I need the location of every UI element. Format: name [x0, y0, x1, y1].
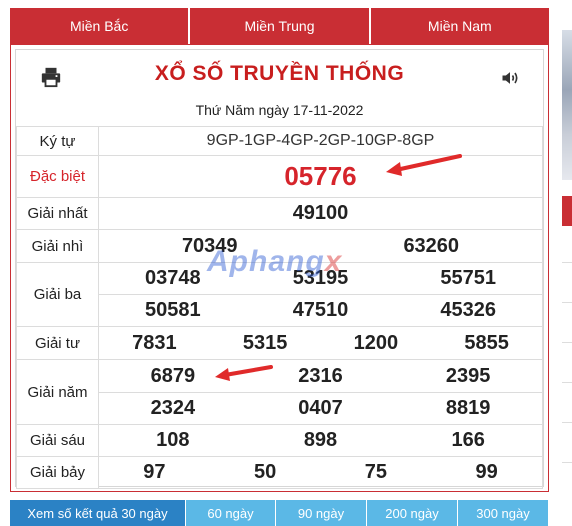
prize-number: 75 — [364, 461, 387, 483]
tab-300-days[interactable]: 300 ngày — [458, 500, 549, 526]
result-box: XỔ SỐ TRUYỀN THỐNG Thứ Năm ngày 17-11-20… — [10, 44, 549, 492]
prize-number: 45326 — [440, 299, 496, 321]
prize-number: 97 — [143, 461, 166, 483]
prize-number: 0407 — [298, 397, 343, 419]
row-giai-tu: Giải tư 7831 5315 1200 5855 — [16, 326, 543, 360]
row-giai-nam-1: Giải năm 6879 2316 2395 — [16, 359, 543, 425]
prize-number: 5855 — [464, 331, 509, 354]
arrow-pointer-icon — [386, 154, 462, 176]
sidebar-header-bar — [562, 196, 572, 226]
prize-number: 63260 — [403, 234, 460, 257]
prize-number: 898 — [303, 429, 338, 451]
row-giai-bay: Giải bảy 97 50 75 99 — [16, 456, 543, 489]
prize-number: 2324 — [150, 397, 196, 419]
result-table: Ký tự 9GP-1GP-4GP-2GP-10GP-8GP Đặc biệt … — [16, 126, 543, 489]
page-title: XỔ SỐ TRUYỀN THỐNG — [154, 62, 405, 85]
tab-mien-bac[interactable]: Miền Bắc — [10, 8, 191, 44]
sidebar-image — [562, 30, 572, 180]
prize-number: 108 — [156, 429, 190, 451]
prize-number: 49100 — [292, 202, 349, 224]
tab-mien-trung[interactable]: Miền Trung — [190, 8, 371, 44]
history-range-tabs: Xem số kết quả 30 ngày 60 ngày 90 ngày 2… — [10, 500, 549, 526]
label-giai-nhat: Giải nhất — [16, 197, 99, 230]
prize-number: 8819 — [445, 397, 491, 419]
tab-mien-nam[interactable]: Miền Nam — [370, 8, 549, 44]
prize-number: 47510 — [292, 299, 349, 321]
ky-tu-value: 9GP-1GP-4GP-2GP-10GP-8GP — [206, 132, 435, 149]
prize-number: 7831 — [132, 331, 177, 354]
label-ky-tu: Ký tự — [16, 126, 99, 156]
result-header: XỔ SỐ TRUYỀN THỐNG Thứ Năm ngày 17-11-20… — [16, 50, 543, 126]
label-giai-nam: Giải năm — [16, 359, 99, 425]
label-giai-bay: Giải bảy — [16, 456, 99, 489]
label-giai-tu: Giải tư — [16, 326, 99, 360]
row-giai-nhat: Giải nhất 49100 — [16, 197, 543, 230]
prize-number: 99 — [475, 461, 498, 483]
prize-number: 55751 — [440, 267, 496, 289]
tab-30-days[interactable]: Xem số kết quả 30 ngày — [10, 500, 186, 526]
label-giai-nhi: Giải nhì — [16, 229, 99, 263]
label-giai-sau: Giải sáu — [16, 424, 99, 457]
tab-200-days[interactable]: 200 ngày — [367, 500, 458, 526]
row-giai-sau: Giải sáu 108 898 166 — [16, 424, 543, 457]
prize-number: 50 — [254, 461, 277, 483]
label-dac-biet: Đặc biệt — [16, 155, 99, 198]
label-giai-ba: Giải ba — [16, 262, 99, 327]
speaker-icon[interactable] — [500, 68, 520, 88]
right-sidebar-fragment — [558, 0, 572, 526]
watermark-logo: Aphangx — [207, 245, 343, 278]
tab-90-days[interactable]: 90 ngày — [276, 500, 367, 526]
tab-60-days[interactable]: 60 ngày — [186, 500, 276, 526]
prize-number: 2395 — [445, 364, 491, 387]
draw-date: Thứ Năm ngày 17-11-2022 — [195, 102, 364, 118]
prize-number: 50581 — [145, 299, 201, 321]
special-prize-number: 05776 — [284, 161, 357, 191]
arrow-pointer-icon — [215, 365, 273, 381]
prize-number: 5315 — [242, 331, 288, 354]
prize-number: 1200 — [353, 331, 399, 354]
prize-number: 166 — [451, 429, 485, 451]
region-tabs: Miền Bắc Miền Trung Miền Nam — [10, 8, 549, 44]
